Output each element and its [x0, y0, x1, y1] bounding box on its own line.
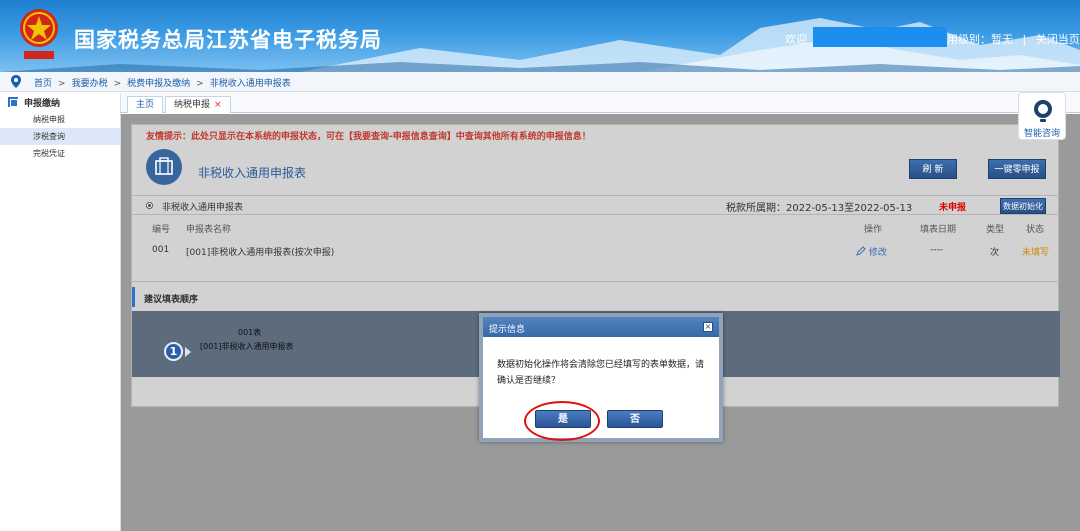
sidebar-item-tax-declare[interactable]: 纳税申报 — [0, 111, 120, 128]
smart-consult-button[interactable]: 智能咨询 — [1018, 92, 1066, 140]
breadcrumb-current: 非税收入通用申报表 — [209, 79, 291, 89]
sidebar-item-tax-query[interactable]: 涉税查询 — [0, 128, 120, 145]
row-status: 未填写 — [1022, 248, 1050, 258]
row-date: ---- — [930, 245, 943, 255]
col-name: 申报表名称 — [186, 225, 232, 235]
pencil-icon — [856, 246, 866, 256]
briefcase-icon — [146, 149, 182, 185]
tax-emblem-icon — [20, 9, 58, 59]
row-type: 次 — [990, 248, 1000, 258]
step-form-name[interactable]: [001]非税收入通用申报表 — [200, 341, 294, 352]
header-separator: | — [1022, 33, 1027, 46]
edit-action[interactable]: 修改 — [856, 245, 887, 258]
sidebar-section[interactable]: 申报缴纳 — [0, 93, 120, 111]
headset-icon — [1034, 100, 1052, 122]
breadcrumb-home[interactable]: 首页 — [34, 79, 52, 89]
tab-tax-declare[interactable]: 纳税申报 × — [165, 96, 231, 113]
menu-square-icon — [8, 97, 18, 107]
fill-order-section: 建议填表顺序 — [132, 281, 1060, 311]
step-number-badge: 1 — [164, 342, 183, 361]
table-row: 001 [001]非税收入通用申报表(按次申报) 修改 ---- 次 未填写 — [132, 245, 1060, 261]
tab-home[interactable]: 主页 — [127, 96, 164, 113]
category-label: 非税收入通用申报表 — [162, 203, 244, 213]
col-no: 编号 — [152, 225, 171, 235]
col-date: 填表日期 — [920, 225, 957, 235]
col-op: 操作 — [864, 225, 883, 235]
tab-home-label: 主页 — [136, 100, 155, 110]
step-form-code: 001表 — [238, 328, 262, 337]
data-init-button[interactable]: 数据初始化 — [1000, 198, 1046, 214]
location-pin-icon — [11, 75, 21, 88]
breadcrumb-declare[interactable]: 税费申报及缴纳 — [127, 79, 190, 89]
friendly-tip: 友情提示：此处只显示在本系统的申报状态，可在【我要查询-申报信息查询】中查询其他… — [146, 132, 591, 142]
site-header: 国家税务总局江苏省电子税务局 欢迎 用级别：暂无 | 关闭当页 — [0, 0, 1080, 72]
smart-consult-label: 智能咨询 — [1023, 129, 1060, 139]
tab-bar: 主页 纳税申报 × — [121, 93, 1080, 113]
declare-category-row: 非税收入通用申报表 税款所属期：2022-05-13至2022-05-13 未申… — [132, 195, 1060, 215]
site-title: 国家税务总局江苏省电子税务局 — [74, 28, 382, 52]
zero-declare-button[interactable]: 一键零申报 — [988, 159, 1046, 179]
sidebar: 申报缴纳 纳税申报 涉税查询 完税凭证 — [0, 93, 121, 531]
sidebar-section-label: 申报缴纳 — [24, 98, 61, 109]
breadcrumb: 首页 > 我要办税 > 税费申报及缴纳 > 非税收入通用申报表 — [34, 76, 291, 89]
col-type: 类型 — [986, 225, 1005, 235]
category-radio[interactable] — [146, 202, 153, 209]
section-marker — [132, 287, 135, 307]
highlight-circle — [524, 401, 600, 441]
confirm-no-button[interactable]: 否 — [607, 410, 663, 428]
dialog-message: 数据初始化操作将会清除您已经填写的表单数据，请确认是否继续？ — [497, 360, 705, 386]
form-title: 非税收入通用申报表 — [198, 166, 307, 180]
credit-level: 用级别：暂无 — [947, 33, 1013, 46]
breadcrumb-bar: 首页 > 我要办税 > 税费申报及缴纳 > 非税收入通用申报表 — [0, 72, 1080, 92]
breadcrumb-sep: > — [113, 79, 122, 89]
fill-order-title: 建议填表顺序 — [144, 295, 199, 305]
row-name: [001]非税收入通用申报表(按次申报) — [186, 248, 335, 258]
breadcrumb-tax[interactable]: 我要办税 — [72, 79, 108, 89]
edit-label: 修改 — [868, 248, 887, 258]
step-arrow-icon — [185, 347, 191, 357]
row-no: 001 — [152, 245, 170, 255]
breadcrumb-sep: > — [58, 79, 66, 89]
confirm-dialog: 提示信息 × 数据初始化操作将会清除您已经填写的表单数据，请确认是否继续？ 是 … — [479, 313, 723, 442]
tax-period: 税款所属期：2022-05-13至2022-05-13 — [726, 203, 913, 214]
sidebar-item-tax-certificate[interactable]: 完税凭证 — [0, 145, 120, 162]
dialog-title: 提示信息 — [489, 325, 526, 335]
refresh-button[interactable]: 刷 新 — [909, 159, 957, 179]
declare-status: 未申报 — [939, 203, 967, 213]
form-header: 非税收入通用申报表 刷 新 一键零申报 — [132, 147, 1060, 191]
dialog-header: 提示信息 × — [483, 317, 719, 337]
col-status: 状态 — [1026, 225, 1045, 235]
welcome-text: 欢迎 — [785, 33, 807, 46]
dialog-close-icon[interactable]: × — [703, 322, 713, 332]
tab-close-icon[interactable]: × — [214, 100, 222, 110]
breadcrumb-sep: > — [196, 79, 204, 89]
close-page-link[interactable]: 关闭当页 — [1036, 33, 1080, 46]
redacted-username — [813, 27, 947, 47]
tab-tax-declare-label: 纳税申报 — [174, 100, 211, 110]
table-header: 编号 申报表名称 操作 填表日期 类型 状态 — [132, 222, 1060, 236]
header-links: 用级别：暂无 | 关闭当页 — [947, 31, 1080, 47]
